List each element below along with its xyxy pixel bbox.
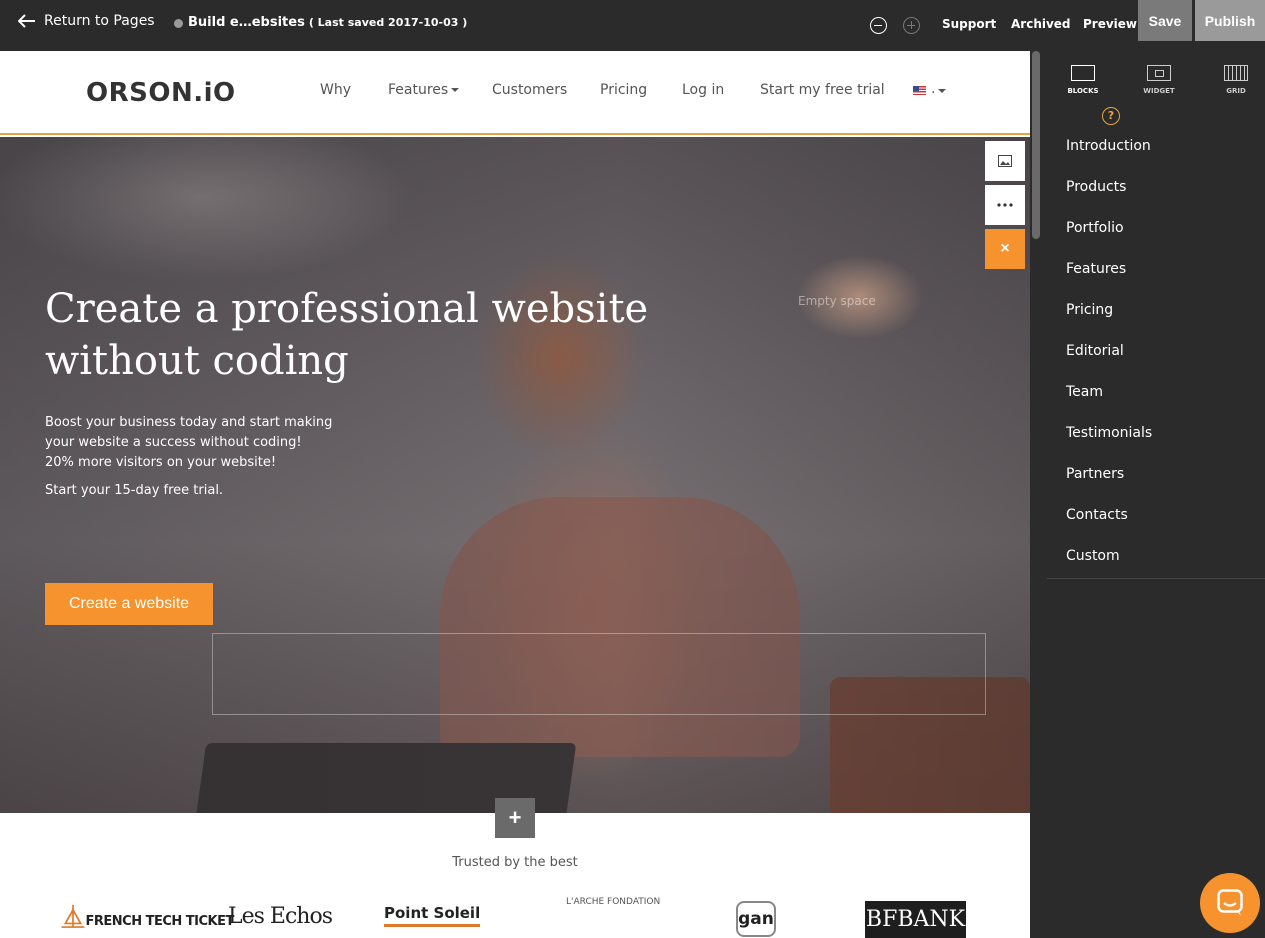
more-icon — [997, 203, 1013, 207]
block-custom[interactable]: Custom — [1047, 535, 1265, 576]
chat-icon — [1217, 889, 1243, 916]
block-introduction[interactable]: Introduction — [1047, 125, 1265, 166]
hero-lead-line: 20% more visitors on your website! — [45, 455, 277, 470]
nav-pricing[interactable]: Pricing — [600, 82, 647, 98]
close-icon[interactable]: × — [985, 229, 1025, 269]
grid-icon — [1224, 65, 1248, 81]
block-category-list: Introduction Products Portfolio Features… — [1047, 125, 1265, 576]
preview-link[interactable]: Preview — [1083, 17, 1137, 31]
support-link[interactable]: Support — [942, 17, 996, 31]
block-editorial[interactable]: Editorial — [1047, 330, 1265, 371]
last-saved-text: ( Last saved 2017-10-03 ) — [308, 16, 468, 29]
block-pricing[interactable]: Pricing — [1047, 289, 1265, 330]
arrow-left-icon — [18, 14, 35, 28]
eiffel-tower-icon: ⏅ — [62, 906, 84, 931]
tab-grid[interactable]: GRID — [1206, 65, 1265, 95]
tab-blocks-label: BLOCKS — [1067, 87, 1099, 95]
save-button[interactable]: Save — [1138, 0, 1192, 41]
blocks-panel: BLOCKS WIDGET GRID Introduction Products… — [1047, 51, 1265, 938]
nav-features-label: Features — [388, 82, 449, 98]
archived-link[interactable]: Archived — [1011, 17, 1071, 31]
image-icon — [998, 155, 1012, 167]
hero-lead-line: Boost your business today and start maki… — [45, 415, 333, 430]
trusted-heading[interactable]: Trusted by the best — [0, 855, 1030, 870]
nav-why[interactable]: Why — [320, 82, 351, 98]
nav-free-trial[interactable]: Start my free trial — [760, 82, 885, 98]
block-partners[interactable]: Partners — [1047, 453, 1265, 494]
site-navbar: ORSON.iO Why Features Customers Pricing … — [0, 51, 1030, 135]
site-logo[interactable]: ORSON.iO — [86, 78, 236, 108]
block-testimonials[interactable]: Testimonials — [1047, 412, 1265, 453]
hero-lead-line: your website a success without coding! — [45, 435, 302, 450]
document-title[interactable]: Build e…ebsites( Last saved 2017-10-03 ) — [188, 15, 467, 30]
zoom-out-icon[interactable] — [870, 17, 887, 34]
panel-divider — [1047, 578, 1265, 579]
nav-features[interactable]: Features — [388, 82, 460, 98]
nav-login[interactable]: Log in — [682, 82, 724, 98]
tab-grid-label: GRID — [1226, 87, 1246, 95]
editor-topbar: Return to Pages Build e…ebsites( Last sa… — [0, 0, 1265, 49]
publish-button[interactable]: Publish — [1195, 0, 1265, 41]
return-to-pages-link[interactable]: Return to Pages — [18, 13, 155, 29]
partner-logo-gan: gan — [736, 901, 776, 937]
language-selector-label: . — [931, 81, 936, 97]
help-icon[interactable]: ? — [1102, 107, 1120, 125]
canvas-scrollbar[interactable] — [1030, 51, 1042, 938]
us-flag-icon[interactable] — [913, 86, 926, 95]
document-title-text: Build e…ebsites — [188, 15, 305, 30]
block-products[interactable]: Products — [1047, 166, 1265, 207]
zoom-in-icon[interactable] — [903, 17, 920, 34]
more-options-button[interactable] — [985, 185, 1025, 225]
save-status-dot — [174, 19, 183, 28]
chevron-down-icon — [938, 89, 946, 93]
partner-logo-text: FRENCH TECH TICKET — [85, 914, 235, 929]
block-features[interactable]: Features — [1047, 248, 1265, 289]
create-website-button[interactable]: Create a website — [45, 583, 213, 625]
hero-lead[interactable]: Boost your business today and start maki… — [45, 413, 345, 473]
plus-icon[interactable]: + — [495, 798, 535, 838]
tab-widget[interactable]: WIDGET — [1129, 65, 1189, 95]
block-team[interactable]: Team — [1047, 371, 1265, 412]
block-contacts[interactable]: Contacts — [1047, 494, 1265, 535]
chevron-down-icon — [451, 88, 460, 92]
nav-customers[interactable]: Customers — [492, 82, 567, 98]
tab-widget-label: WIDGET — [1143, 87, 1175, 95]
chat-launcher-button[interactable] — [1200, 873, 1260, 933]
change-image-button[interactable] — [985, 141, 1025, 181]
return-to-pages-label: Return to Pages — [44, 13, 155, 29]
widget-icon — [1147, 65, 1171, 81]
partner-logo-larche: L'ARCHE FONDATION — [566, 897, 661, 907]
partner-logo-les-echos: Les Echos — [228, 904, 333, 929]
blocks-icon — [1071, 65, 1095, 81]
partner-logo-french-tech: ⏅ FRENCH TECH TICKET — [62, 900, 234, 932]
partner-logo-point-soleil: Point Soleil — [384, 904, 481, 927]
hero-title[interactable]: Create a professional website without co… — [45, 283, 665, 387]
tab-blocks[interactable]: BLOCKS — [1053, 65, 1113, 95]
page-canvas: ORSON.iO Why Features Customers Pricing … — [0, 51, 1030, 938]
empty-widget-placeholder[interactable] — [212, 633, 986, 715]
scrollbar-thumb[interactable] — [1032, 51, 1040, 239]
hero-section[interactable]: Create a professional website without co… — [0, 137, 1030, 813]
hero-trial-text[interactable]: Start your 15-day free trial. — [45, 483, 223, 498]
partner-logo-bfbank: BFBANK — [865, 901, 966, 938]
block-portfolio[interactable]: Portfolio — [1047, 207, 1265, 248]
empty-space-label: Empty space — [798, 294, 876, 308]
